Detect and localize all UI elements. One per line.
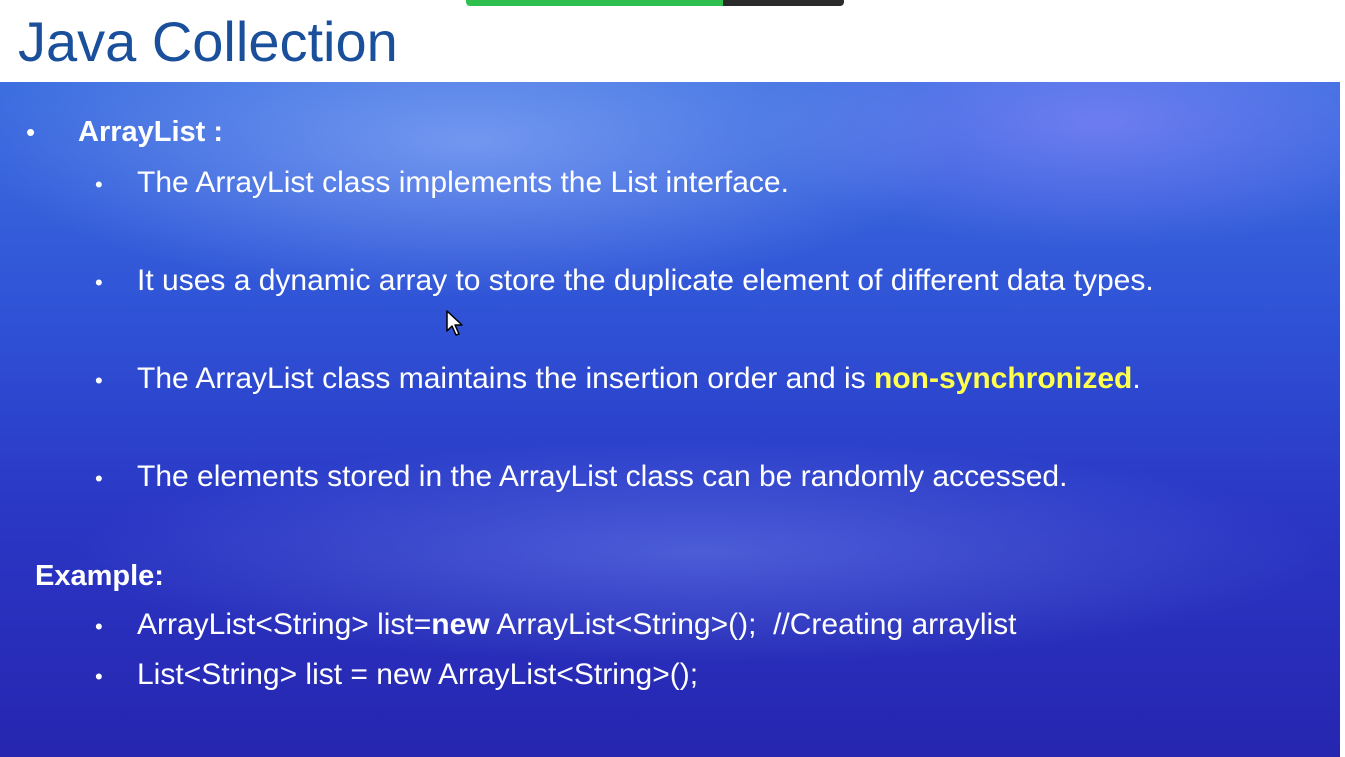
bullet-dot-icon: • <box>95 270 103 295</box>
bullet-dot-icon: • <box>95 172 103 197</box>
code-text-before: ArrayList<String> list= <box>137 608 432 641</box>
example-heading: Example: <box>35 560 164 592</box>
bullet-dot-icon: • <box>95 614 103 639</box>
share-bar-dark-segment[interactable] <box>723 0 844 6</box>
bullet-dot-icon: • <box>26 117 36 147</box>
code-text: List<String> list = new ArrayList<String… <box>137 658 699 691</box>
code-line: • ArrayList<String> list=new ArrayList<S… <box>95 608 1017 642</box>
bullet-dot-icon: • <box>95 368 103 393</box>
main-bullet: • ArrayList : <box>26 116 223 149</box>
point-text: The elements stored in the ArrayList cla… <box>137 460 1068 493</box>
bullet-dot-icon: • <box>95 664 103 689</box>
code-keyword: new <box>431 608 490 641</box>
slide-title: Java Collection <box>18 10 398 73</box>
window-edge <box>1340 0 1345 757</box>
code-text: ArrayList<String> list=new ArrayList<Str… <box>137 608 1017 642</box>
point-text: The ArrayList class maintains the insert… <box>137 362 875 395</box>
bullet-dot-icon: • <box>95 466 103 491</box>
point-text-container: The ArrayList class maintains the insert… <box>137 362 1141 396</box>
point-item: • The ArrayList class implements the Lis… <box>95 166 789 200</box>
highlight-suffix: . <box>1132 362 1141 395</box>
slide-body: • ArrayList : • The ArrayList class impl… <box>0 82 1340 757</box>
point-item: • It uses a dynamic array to store the d… <box>95 264 1154 298</box>
screen-share-bar[interactable] <box>466 0 844 6</box>
share-bar-green-segment[interactable] <box>466 0 723 6</box>
code-text-after: ArrayList<String>(); //Creating arraylis… <box>489 608 1017 641</box>
point-item: • The ArrayList class maintains the inse… <box>95 362 1141 396</box>
point-text: The ArrayList class implements the List … <box>137 166 789 199</box>
main-bullet-label: ArrayList : <box>78 116 224 148</box>
mouse-pointer-icon <box>446 310 463 336</box>
slide-screen: Java Collection • ArrayList : • The Arra… <box>0 0 1345 757</box>
point-text: It uses a dynamic array to store the dup… <box>137 264 1154 297</box>
point-item: • The elements stored in the ArrayList c… <box>95 460 1067 494</box>
highlight-text: non-synchronized <box>874 362 1133 395</box>
code-line: • List<String> list = new ArrayList<Stri… <box>95 658 698 692</box>
